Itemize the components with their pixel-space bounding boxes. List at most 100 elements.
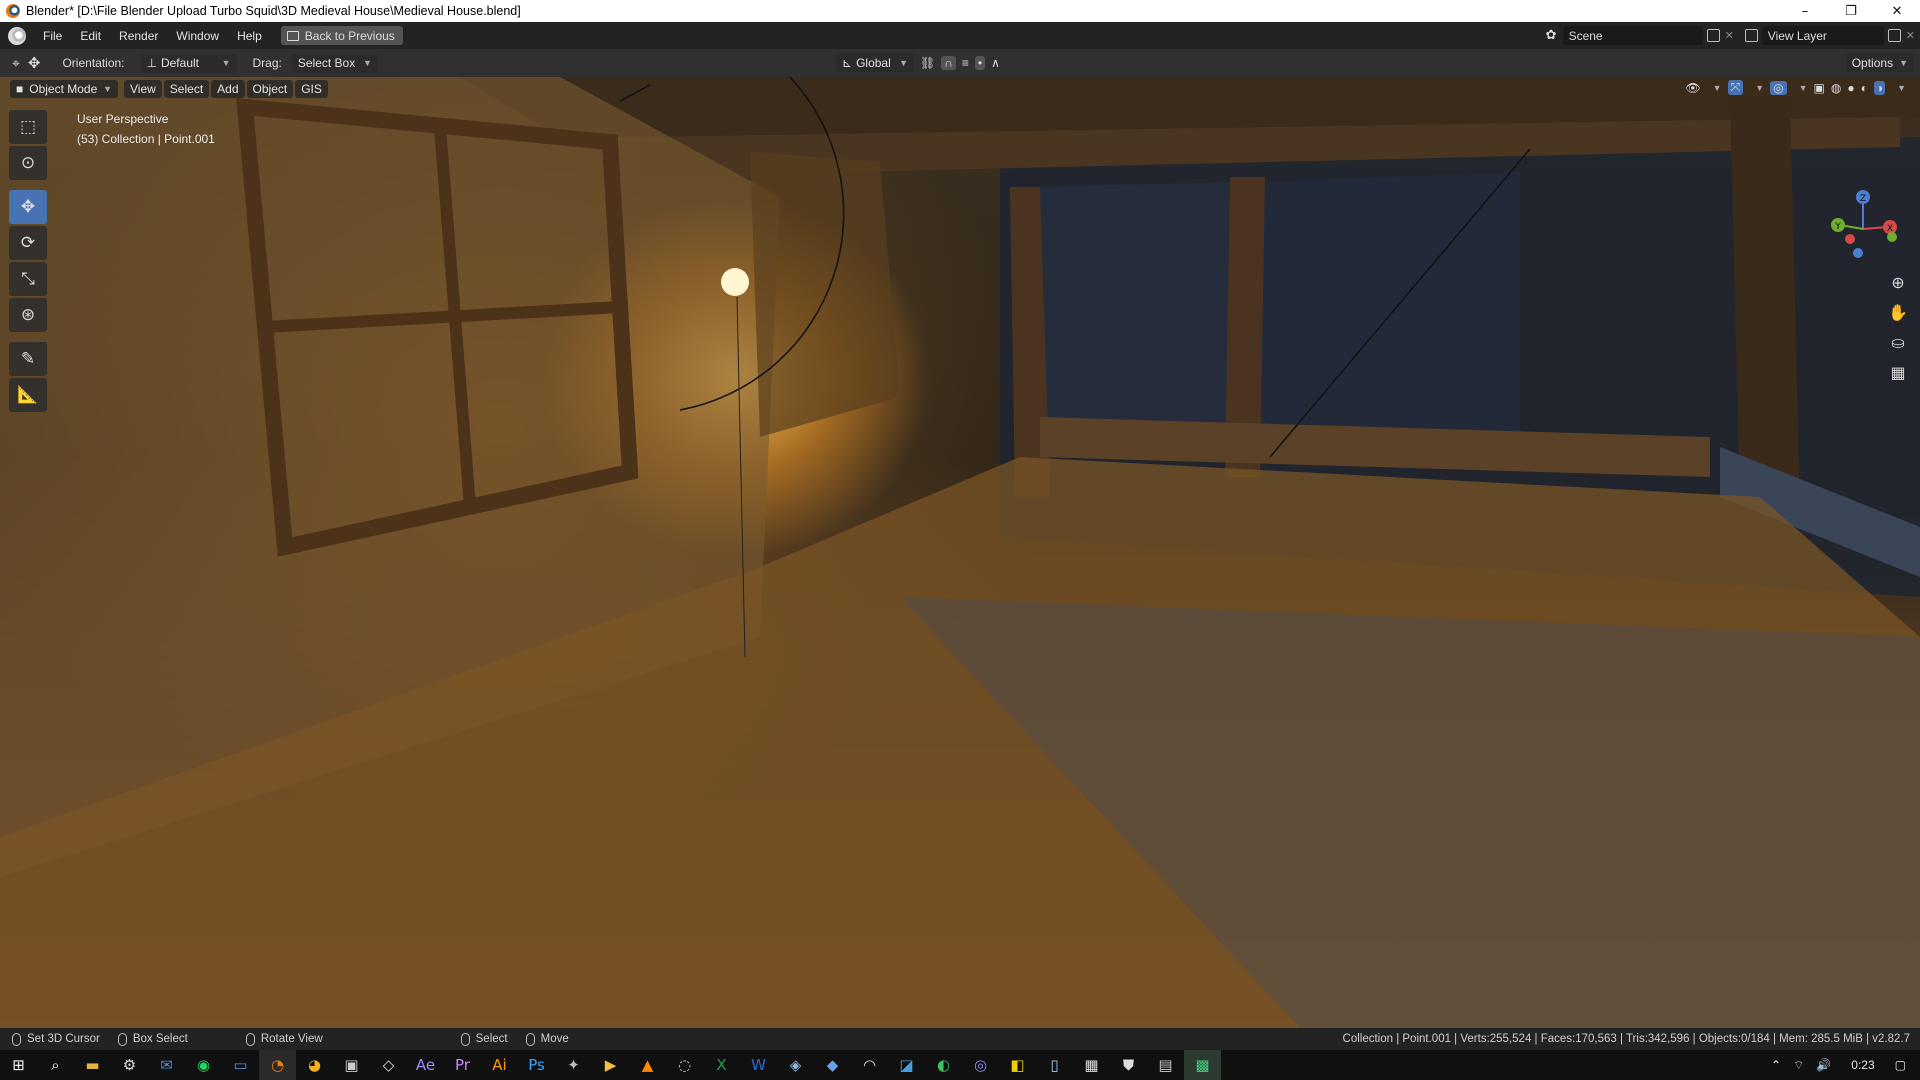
file-explorer-icon[interactable]: ▬ — [74, 1050, 111, 1080]
blender-app-icon — [6, 4, 20, 18]
app-icon[interactable]: ◧ — [999, 1050, 1036, 1080]
notification-icon[interactable]: ▢ — [1889, 1058, 1920, 1072]
viewport-menu-object[interactable]: Object — [246, 80, 294, 98]
media-icon[interactable]: ▶ — [592, 1050, 629, 1080]
new-scene-icon[interactable] — [1706, 29, 1720, 42]
pan-hand-icon[interactable]: ✋ — [1884, 297, 1912, 327]
photoshop-icon[interactable]: Ps — [518, 1050, 555, 1080]
obs-icon[interactable]: ◌ — [666, 1050, 703, 1080]
solid-shading-icon[interactable]: ● — [1847, 81, 1854, 95]
search-icon[interactable]: ⌕ — [37, 1050, 74, 1080]
proportional-edit-icon[interactable]: • — [974, 55, 986, 70]
annotate-tool-icon[interactable]: ✎ — [9, 342, 47, 376]
orientation-dropdown[interactable]: ⊥ Default ▼ — [140, 53, 237, 73]
pillar — [1730, 97, 1800, 507]
chrome-icon[interactable]: ◕ — [296, 1050, 333, 1080]
rhino-icon[interactable]: ✦ — [555, 1050, 592, 1080]
select-box-tool-icon[interactable]: ⬚ — [9, 110, 47, 144]
excel-icon[interactable]: X — [703, 1050, 740, 1080]
app-icon[interactable]: ◆ — [814, 1050, 851, 1080]
menu-help[interactable]: Help — [228, 29, 271, 43]
zoom-icon[interactable]: ⊕ — [1884, 267, 1912, 297]
unity-icon[interactable]: ◇ — [370, 1050, 407, 1080]
pivot-point-icon[interactable]: ⛓ — [920, 56, 935, 70]
mode-dropdown[interactable]: ■ Object Mode ▼ — [10, 80, 118, 98]
whatsapp-icon[interactable]: ◉ — [185, 1050, 222, 1080]
settings-icon[interactable]: ⚙ — [111, 1050, 148, 1080]
premiere-icon[interactable]: Pr — [444, 1050, 481, 1080]
viewport-menu-select[interactable]: Select — [163, 80, 210, 98]
viewport-menu-add[interactable]: Add — [211, 80, 245, 98]
overlay-toggle-icon[interactable]: ◎ — [1770, 80, 1787, 95]
xray-toggle-icon[interactable]: ▣ — [1814, 81, 1825, 95]
wireframe-shading-icon[interactable]: ◍ — [1831, 81, 1841, 95]
editor-type-icon[interactable]: ⌖ — [12, 55, 20, 72]
global-axis-icon: ⊾ — [842, 55, 853, 70]
network-icon[interactable]: ⌔ — [1787, 1058, 1810, 1073]
select-label: Select — [475, 1033, 508, 1045]
tray-chevron-icon[interactable]: ⌃ — [1765, 1058, 1787, 1072]
window-title-bar: Blender* [D:\File Blender Upload Turbo S… — [0, 0, 1920, 22]
active-app-icon[interactable]: ▩ — [1184, 1050, 1221, 1080]
terminal-icon[interactable]: ▣ — [333, 1050, 370, 1080]
visibility-eye-icon[interactable]: 👁 — [1685, 81, 1700, 95]
app-icon[interactable]: ◪ — [888, 1050, 925, 1080]
app-icon[interactable]: ▤ — [1147, 1050, 1184, 1080]
move-label: Move — [540, 1033, 569, 1045]
blender-taskbar-icon[interactable]: ◔ — [259, 1050, 296, 1080]
app-icon[interactable]: ▯ — [1036, 1050, 1073, 1080]
maximize-button[interactable]: ❐ — [1828, 0, 1874, 22]
gizmo-toggle-icon[interactable]: ⤧ — [1727, 80, 1744, 95]
word-icon[interactable]: W — [740, 1050, 777, 1080]
perspective-toggle-icon[interactable]: ▦ — [1884, 357, 1912, 387]
menu-render[interactable]: Render — [110, 29, 167, 43]
measure-tool-icon[interactable]: 📐 — [9, 378, 47, 412]
falloff-icon[interactable]: ∧ — [991, 56, 1000, 70]
back-to-previous-button[interactable]: Back to Previous — [280, 26, 403, 45]
navigation-gizmo[interactable]: Z X Y — [1828, 187, 1898, 267]
view-layer-icon[interactable] — [1744, 29, 1758, 42]
transform-tool-icon[interactable]: ⊛ — [9, 298, 47, 332]
volume-icon[interactable]: 🔊 — [1810, 1058, 1837, 1072]
rendered-shading-icon[interactable]: ◑ — [1873, 80, 1886, 95]
3d-viewport[interactable]: ■ Object Mode ▼ View Select Add Object G… — [0, 77, 1920, 1028]
calculator-icon[interactable]: ▦ — [1073, 1050, 1110, 1080]
clock-label[interactable]: 0:23 — [1837, 1058, 1888, 1072]
app-icon[interactable]: ◎ — [962, 1050, 999, 1080]
new-view-layer-icon[interactable] — [1887, 29, 1901, 42]
blender-logo-icon[interactable] — [8, 26, 26, 45]
rotate-tool-icon[interactable]: ⟳ — [9, 226, 47, 260]
move-tool-icon[interactable]: ✥ — [9, 190, 47, 224]
snap-icon[interactable]: ∩ — [941, 55, 956, 70]
material-shading-icon[interactable]: ◐ — [1861, 81, 1868, 95]
options-dropdown[interactable]: Options ▼ — [1845, 53, 1914, 72]
windows-start-icon[interactable]: ⊞ — [0, 1050, 37, 1080]
chat-icon[interactable]: ▭ — [222, 1050, 259, 1080]
vlc-icon[interactable]: ▲ — [629, 1050, 666, 1080]
after-effects-icon[interactable]: Ae — [407, 1050, 444, 1080]
transform-orientation-dropdown[interactable]: ⊾ Global ▼ — [836, 53, 914, 72]
cursor-tool-icon[interactable]: ⊙ — [9, 146, 47, 180]
close-button[interactable]: ✕ — [1874, 0, 1920, 22]
app-icon[interactable]: ⛊ — [1110, 1050, 1147, 1080]
scene-type-icon[interactable]: ✿ — [1546, 28, 1557, 43]
viewport-menu-gis[interactable]: GIS — [295, 80, 328, 98]
remove-scene-icon[interactable]: ✕ — [1720, 29, 1739, 42]
menu-window[interactable]: Window — [167, 29, 228, 43]
illustrator-icon[interactable]: Ai — [481, 1050, 518, 1080]
steam-icon[interactable]: ◈ — [777, 1050, 814, 1080]
viewport-menu-view[interactable]: View — [124, 80, 162, 98]
view-layer-field[interactable]: View Layer — [1761, 26, 1884, 45]
camera-view-icon[interactable]: ⛀ — [1884, 327, 1912, 357]
snap-target-icon[interactable]: ≡ — [962, 56, 969, 70]
app-icon[interactable]: ◠ — [851, 1050, 888, 1080]
scene-name-field[interactable]: Scene — [1562, 26, 1703, 45]
mail-icon[interactable]: ✉ — [148, 1050, 185, 1080]
drag-dropdown[interactable]: Select Box ▼ — [291, 53, 378, 73]
minimize-button[interactable]: – — [1782, 0, 1828, 22]
menu-file[interactable]: File — [34, 29, 71, 43]
scale-tool-icon[interactable]: ⤡ — [9, 262, 47, 296]
app-icon[interactable]: ◐ — [925, 1050, 962, 1080]
menu-edit[interactable]: Edit — [71, 29, 110, 43]
remove-view-layer-icon[interactable]: ✕ — [1901, 29, 1920, 42]
